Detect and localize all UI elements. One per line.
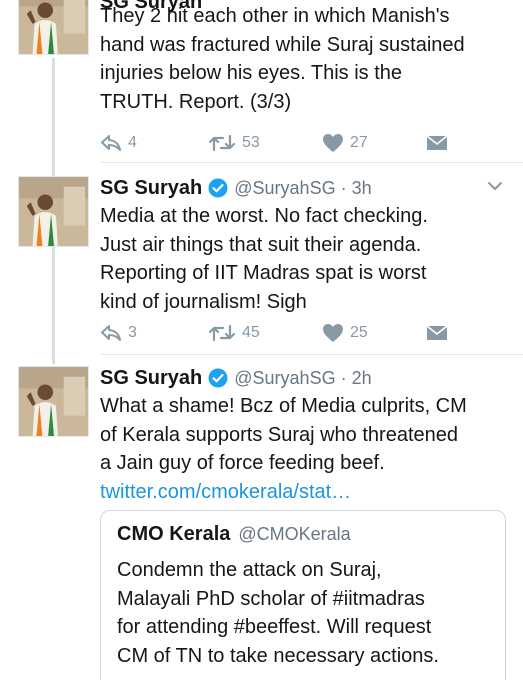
verified-icon (208, 178, 228, 198)
reply-button[interactable]: 4 (100, 134, 137, 152)
tweet-line: TRUTH. Report. (3/3) (100, 90, 292, 113)
tweet-line: a Jain guy of force feeding beef. (100, 452, 385, 474)
reply-count: 3 (128, 324, 137, 341)
tweet-line: What a shame! Bcz of Media culprits, CM (100, 395, 467, 417)
quoted-tweet-line: CM of TN to take necessary actions. (117, 644, 439, 667)
tweet-2-actions: 3 45 25 (100, 321, 460, 345)
quoted-author-handle[interactable]: @CMOKerala (238, 524, 350, 544)
dm-button[interactable] (426, 135, 454, 151)
like-button[interactable]: 27 (322, 133, 368, 153)
verified-icon (208, 368, 228, 388)
tweet-divider (100, 162, 523, 163)
quoted-tweet-line: Malayali PhD scholar of #iitmadras (117, 587, 425, 610)
tweet-line: Media at the worst. No fact checking. (100, 205, 428, 227)
tweet-line: They 2 hit each other in which Manish's (100, 5, 450, 27)
tweet-line: Reporting of IIT Madras spat is worst (100, 262, 427, 284)
author-handle-time[interactable]: @SuryahSG · 2h (234, 368, 371, 389)
tweet-divider (100, 354, 523, 355)
like-count: 25 (350, 324, 368, 341)
tweet-1-actions: 4 53 27 (100, 131, 460, 155)
avatar[interactable] (18, 366, 89, 437)
retweet-button[interactable]: 53 (208, 134, 260, 152)
avatar[interactable] (18, 176, 89, 247)
reply-count: 4 (128, 134, 137, 151)
dm-icon (426, 135, 448, 150)
like-icon (323, 324, 343, 342)
tweet-link[interactable]: twitter.com/cmokerala/stat… (100, 478, 509, 507)
reply-button[interactable]: 3 (100, 324, 137, 342)
tweet-line: hand was fractured while Suraj sustained (100, 33, 465, 56)
retweet-count: 45 (242, 324, 260, 341)
tweet-text: What a shame! Bcz of Media culprits, CM … (100, 392, 509, 506)
quoted-tweet-header: CMO Kerala @CMOKerala (117, 523, 489, 546)
tweet-header: SG Suryah @SuryahSG · 2h (100, 362, 509, 394)
tweet-line: injuries below his eyes. This is the (100, 62, 402, 84)
retweet-icon (208, 324, 236, 342)
reply-icon (101, 135, 121, 151)
like-count: 27 (350, 134, 368, 151)
tweet-text: They 2 hit each other in which Manish's … (100, 2, 509, 116)
tweet-line: of Kerala supports Suraj who threatened (100, 423, 458, 446)
quoted-tweet[interactable]: CMO Kerala @CMOKerala Condemn the attack … (100, 510, 506, 680)
tweet-header: SG Suryah @SuryahSG · 3h (100, 172, 509, 204)
like-icon (323, 134, 343, 152)
dm-icon (426, 325, 448, 340)
author-handle-time[interactable]: @SuryahSG · 3h (234, 178, 371, 199)
quoted-tweet-text: Condemn the attack on Suraj, Malayali Ph… (117, 556, 489, 670)
quoted-author-name[interactable]: CMO Kerala (117, 523, 230, 545)
chevron-down-icon[interactable] (485, 176, 505, 196)
dm-button[interactable] (426, 325, 454, 341)
retweet-button[interactable]: 45 (208, 324, 260, 342)
like-button[interactable]: 25 (322, 323, 368, 343)
avatar[interactable] (18, 0, 89, 55)
author-name[interactable]: SG Suryah (100, 177, 202, 200)
tweet-line: kind of journalism! Sigh (100, 290, 307, 313)
retweet-count: 53 (242, 134, 260, 151)
tweet-line: Just air things that suit their agenda. (100, 233, 422, 256)
retweet-icon (208, 134, 236, 152)
tweet-text: Media at the worst. No fact checking. Ju… (100, 202, 509, 316)
author-name[interactable]: SG Suryah (100, 367, 202, 390)
quoted-tweet-line: for attending #beeffest. Will request (117, 616, 432, 638)
quoted-tweet-line: Condemn the attack on Suraj, (117, 559, 382, 581)
reply-icon (101, 325, 121, 341)
